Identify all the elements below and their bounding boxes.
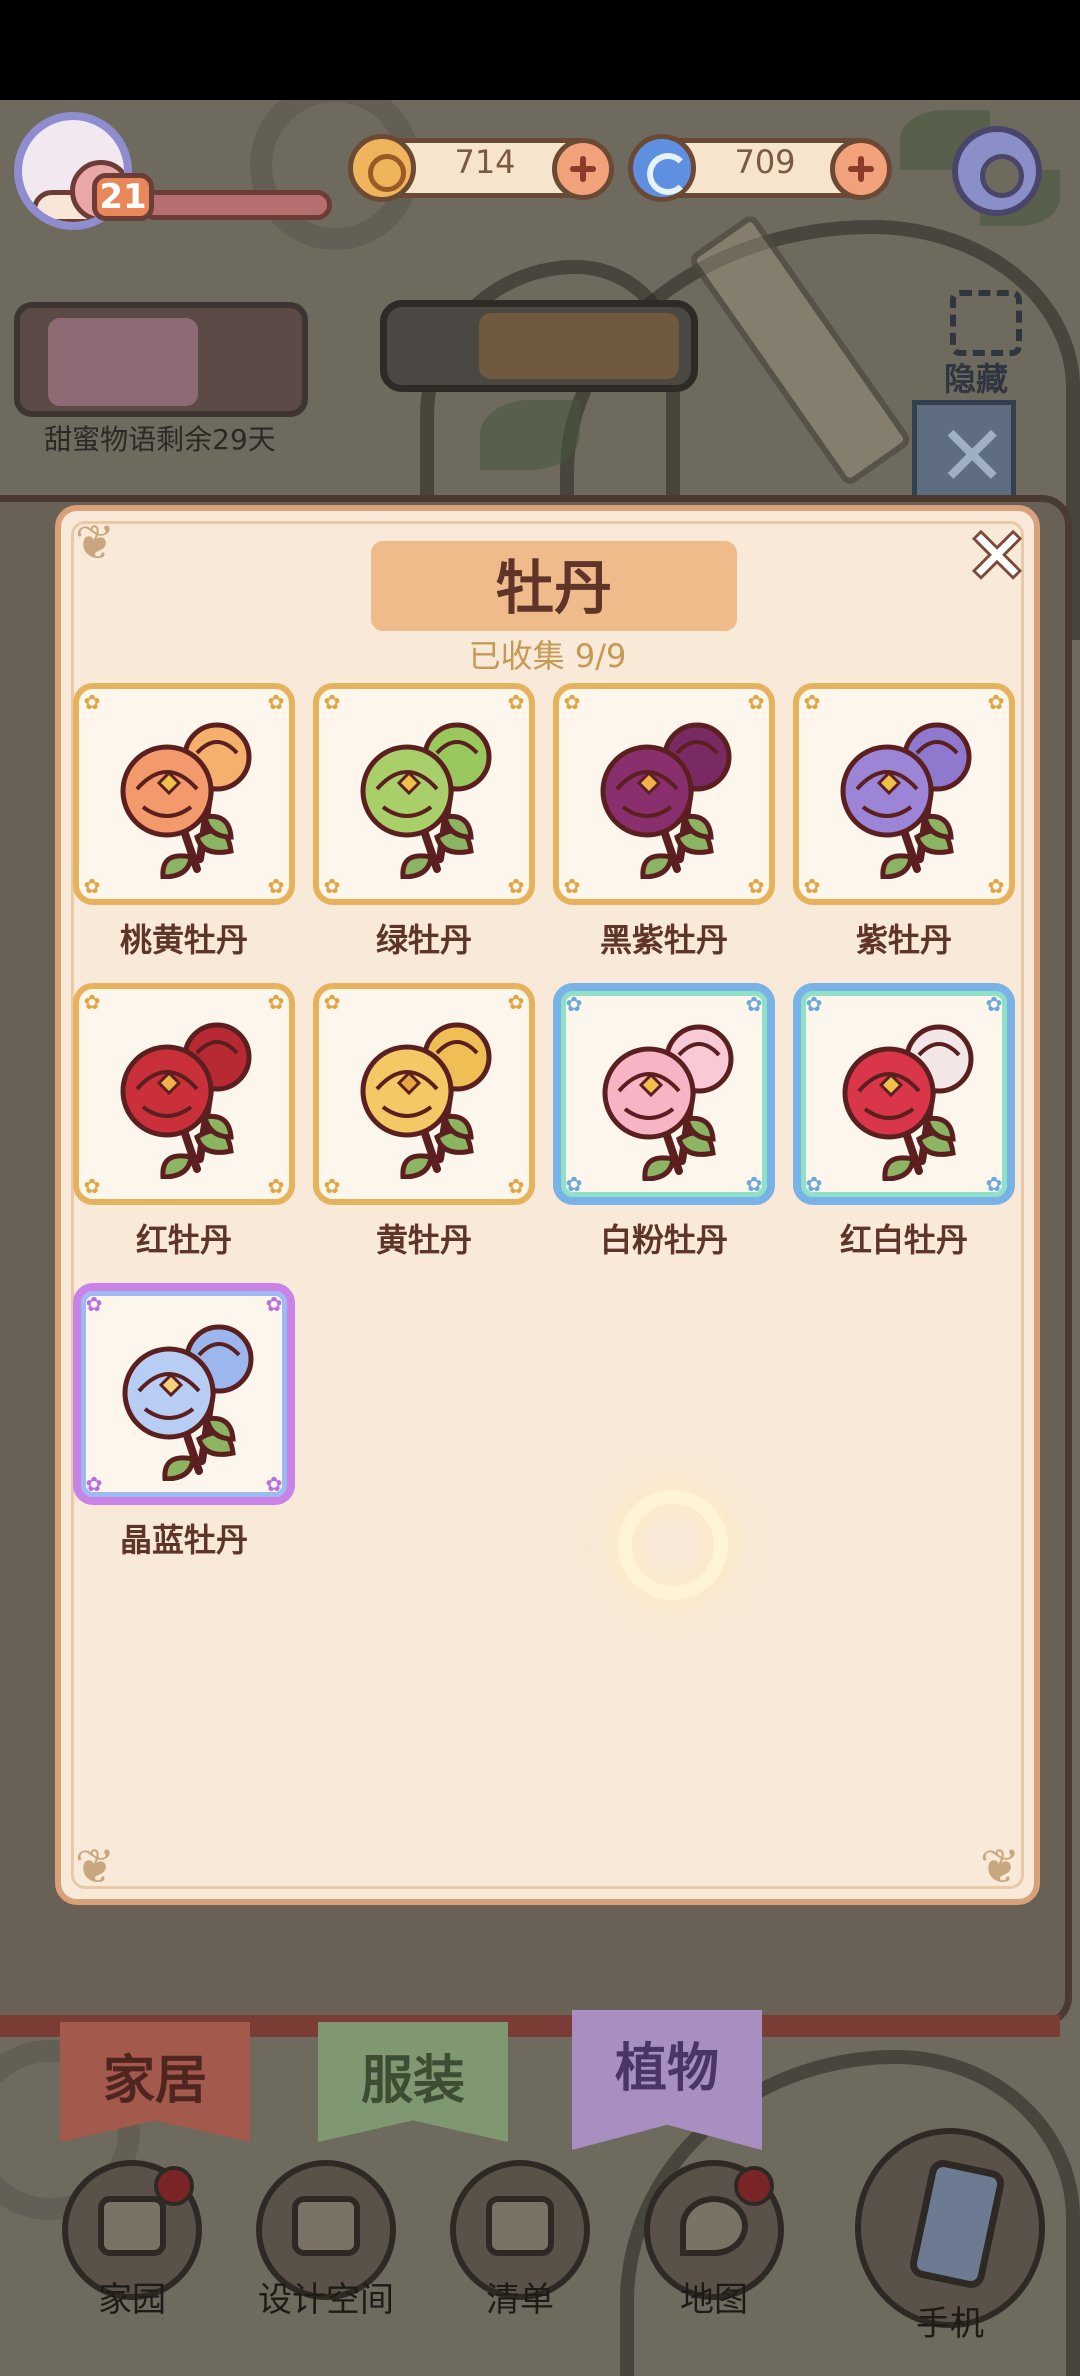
- add-gems-button[interactable]: [830, 138, 892, 200]
- phone-icon: [907, 2157, 1007, 2291]
- flower-card[interactable]: ✿ ✿ ✿ ✿: [793, 683, 1015, 905]
- level-badge: 21: [92, 173, 154, 221]
- frame-corner-icon: ✿: [565, 992, 583, 1016]
- dialog-title: 牡丹: [371, 541, 737, 631]
- frame-corner-icon: ✿: [805, 1172, 823, 1196]
- close-icon[interactable]: ✕: [964, 520, 1030, 592]
- flower-name-label: 红白牡丹: [839, 1221, 968, 1259]
- peony-flower-icon: [842, 1024, 974, 1181]
- house-icon: [98, 2196, 166, 2256]
- flower-item[interactable]: ✿ ✿ ✿ ✿ 绿牡丹: [313, 683, 535, 973]
- nav-map-label: 地图: [680, 2280, 748, 2320]
- flower-name-label: 黑紫牡丹: [599, 921, 728, 959]
- peony-flower-icon: [120, 1022, 252, 1179]
- hide-label: 隐藏: [944, 360, 1009, 398]
- flower-item[interactable]: ✿ ✿ ✿ ✿ 桃黄牡丹: [73, 683, 295, 973]
- nav-list-label: 清单: [486, 2280, 554, 2320]
- peony-flower-icon: [600, 722, 732, 879]
- flower-item[interactable]: ✿ ✿ ✿ ✿ 晶蓝牡丹: [73, 1283, 295, 1573]
- frame-corner-icon: ✿: [803, 690, 821, 714]
- flower-name-label: 桃黄牡丹: [119, 921, 248, 959]
- status-bar: [0, 0, 1080, 100]
- flower-card[interactable]: ✿ ✿ ✿ ✿: [553, 983, 775, 1205]
- flower-name-label: 红牡丹: [135, 1221, 232, 1259]
- flower-card[interactable]: ✿ ✿ ✿ ✿: [313, 983, 535, 1205]
- frame-corner-icon: ✿: [323, 874, 341, 898]
- checklist-icon: [486, 2196, 554, 2256]
- blueprint-icon: [292, 2196, 360, 2256]
- frame-corner-icon: ✿: [85, 1292, 103, 1316]
- frame-corner-icon: ✿: [563, 690, 581, 714]
- flower-card[interactable]: ✿ ✿ ✿ ✿: [313, 683, 535, 905]
- frame-corner-icon: ✿: [83, 990, 101, 1014]
- flower-name-label: 绿牡丹: [375, 921, 472, 959]
- nav-phone-label: 手机: [916, 2304, 984, 2344]
- weather-indicator: [380, 300, 698, 392]
- frame-corner-icon: ✿: [323, 1174, 341, 1198]
- map-pin-icon: [680, 2196, 748, 2256]
- peony-flower-icon: [120, 722, 252, 879]
- scan-frame-icon: [950, 290, 1022, 356]
- sparkle-effect: [618, 1490, 728, 1600]
- frame-corner-icon: ✿: [85, 1472, 103, 1496]
- settings-gear-icon[interactable]: [952, 126, 1042, 216]
- peony-flower-icon: [360, 722, 492, 879]
- peony-collection-dialog: ❦ ❦ ❦ 牡丹 已收集 9/9 ✕ ✿ ✿ ✿ ✿ 桃黄牡丹 ✿ ✿ ✿ ✿ 绿牡丹 ✿ ✿ ✿ ✿ 黑紫…: [55, 505, 1040, 1905]
- flower-card[interactable]: ✿ ✿ ✿ ✿: [73, 683, 295, 905]
- flag-close-icon: ✕: [912, 400, 1016, 510]
- peony-flower-icon: [360, 1022, 492, 1179]
- swirl-gem-icon: [628, 134, 696, 202]
- frame-corner-icon: ✿: [805, 992, 823, 1016]
- peony-flower-icon: [602, 1024, 734, 1181]
- flower-name-label: 紫牡丹: [855, 921, 952, 959]
- frame-corner-icon: ✿: [565, 1172, 583, 1196]
- flower-name-label: 黄牡丹: [375, 1221, 472, 1259]
- gem-amount: 709: [734, 143, 796, 181]
- xp-bar: [140, 190, 332, 220]
- flower-card[interactable]: ✿ ✿ ✿ ✿: [553, 683, 775, 905]
- event-countdown-label: 甜蜜物语剩余29天: [44, 423, 276, 456]
- frame-corner-icon: ✿: [83, 1174, 101, 1198]
- flower-card[interactable]: ✿ ✿ ✿ ✿: [73, 983, 295, 1205]
- flower-item[interactable]: ✿ ✿ ✿ ✿ 黄牡丹: [313, 983, 535, 1273]
- flower-item[interactable]: ✿ ✿ ✿ ✿ 白粉牡丹: [553, 983, 775, 1273]
- frame-corner-icon: ✿: [83, 690, 101, 714]
- flower-item[interactable]: ✿ ✿ ✿ ✿ 黑紫牡丹: [553, 683, 775, 973]
- coin-icon: [348, 134, 416, 202]
- flower-name-label: 白粉牡丹: [599, 1221, 728, 1259]
- flower-item[interactable]: ✿ ✿ ✿ ✿ 红白牡丹: [793, 983, 1015, 1273]
- frame-corner-icon: ✿: [83, 874, 101, 898]
- flower-name-label: 晶蓝牡丹: [119, 1521, 248, 1559]
- corner-ornament-icon: ❦: [74, 515, 116, 571]
- frame-corner-icon: ✿: [563, 874, 581, 898]
- flower-card[interactable]: ✿ ✿ ✿ ✿: [793, 983, 1015, 1205]
- flower-card[interactable]: ✿ ✿ ✿ ✿: [73, 1283, 295, 1505]
- flower-item[interactable]: ✿ ✿ ✿ ✿ 紫牡丹: [793, 683, 1015, 973]
- corner-ornament-icon: ❦: [979, 1839, 1021, 1895]
- corner-ornament-icon: ❦: [74, 1839, 116, 1895]
- notification-dot: [734, 2166, 774, 2206]
- frame-corner-icon: ✿: [803, 874, 821, 898]
- frame-corner-icon: ✿: [323, 990, 341, 1014]
- peony-flower-icon: [840, 722, 972, 879]
- frame-corner-icon: ✿: [323, 690, 341, 714]
- notification-dot: [154, 2166, 194, 2206]
- event-banner-card[interactable]: [14, 302, 308, 417]
- coin-amount: 714: [454, 143, 516, 181]
- peony-flower-icon: [122, 1324, 254, 1481]
- nav-design-label: 设计空间: [258, 2280, 394, 2320]
- add-coins-button[interactable]: [552, 138, 614, 200]
- nav-garden-label: 家园: [98, 2280, 166, 2320]
- flower-item[interactable]: ✿ ✿ ✿ ✿ 红牡丹: [73, 983, 295, 1273]
- collected-count: 已收集 9/9: [468, 637, 627, 675]
